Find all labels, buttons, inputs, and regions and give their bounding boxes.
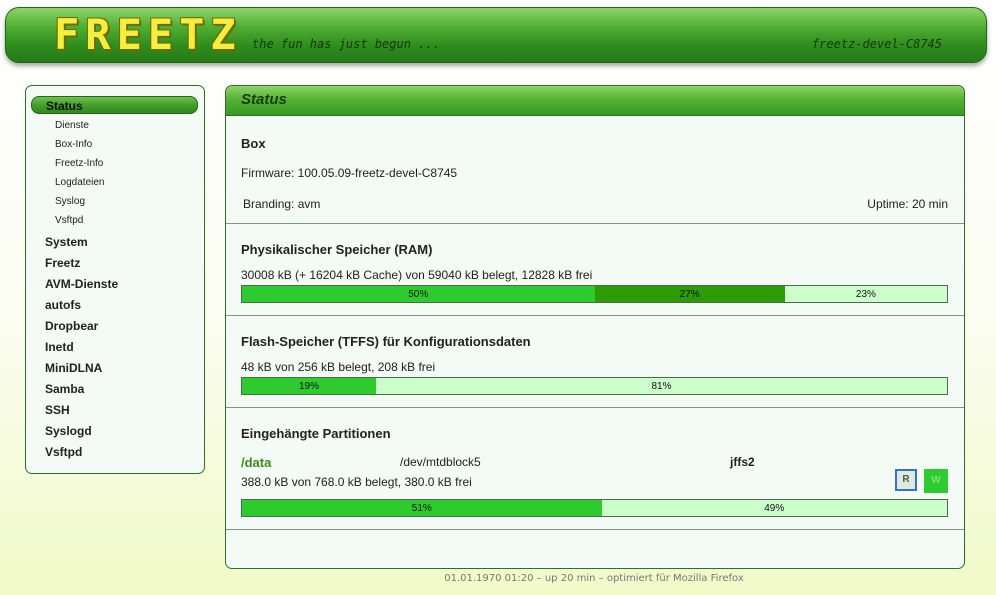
sidebar-item-samba[interactable]: Samba [45, 382, 84, 396]
partition-used-segment: 51% [242, 500, 602, 516]
tagline: the fun has just begun ... [252, 37, 440, 51]
sidebar-item-freetz[interactable]: Freetz [45, 256, 80, 270]
flash-free-segment: 81% [375, 378, 947, 394]
freetz-logo[interactable]: FREETZ [54, 12, 242, 58]
partition-free-segment: 49% [601, 500, 947, 516]
device-path: /dev/mtdblock5 [400, 455, 481, 469]
branding-text: Branding: avm [243, 197, 321, 211]
sidebar-item-dropbear[interactable]: Dropbear [45, 319, 98, 333]
section-divider [226, 407, 964, 408]
partition-usage-bar: 51% 49% [241, 499, 948, 517]
sidebar-subitem-freetz-info[interactable]: Freetz-Info [55, 158, 103, 169]
sidebar-subitem-dienste[interactable]: Dienste [55, 120, 89, 131]
uptime-text: Uptime: 20 min [867, 197, 948, 211]
sidebar-item-avm-dienste[interactable]: AVM-Dienste [45, 277, 118, 291]
ram-usage-bar: 50% 27% 23% [241, 285, 948, 303]
filesystem-type: jffs2 [730, 455, 755, 469]
ram-summary: 30008 kB (+ 16204 kB Cache) von 59040 kB… [241, 268, 593, 282]
sidebar-subitem-vsftpd[interactable]: Vsftpd [55, 215, 83, 226]
flash-used-segment: 19% [242, 378, 376, 394]
footer-status: 01.01.1970 01:20 – up 20 min – optimiert… [444, 573, 744, 584]
mount-point-link[interactable]: /data [241, 455, 271, 470]
panel-header: Status [226, 86, 964, 116]
ram-free-segment: 23% [784, 286, 947, 302]
flash-heading: Flash-Speicher (TFFS) für Konfigurations… [241, 334, 531, 349]
flash-usage-bar: 19% 81% [241, 377, 948, 395]
sidebar-item-system[interactable]: System [45, 235, 88, 249]
sidebar-subitem-logdateien[interactable]: Logdateien [55, 177, 105, 188]
sidebar-subitem-syslog[interactable]: Syslog [55, 196, 85, 207]
sidebar-item-syslogd[interactable]: Syslogd [45, 424, 92, 438]
ram-heading: Physikalischer Speicher (RAM) [241, 242, 433, 257]
section-divider [226, 223, 964, 224]
sidebar-nav: Status Dienste Box-Info Freetz-Info Logd… [25, 85, 205, 474]
sidebar-item-status[interactable]: Status [31, 96, 198, 114]
sidebar-item-ssh[interactable]: SSH [45, 403, 70, 417]
write-access-button[interactable]: W [924, 469, 948, 493]
sidebar-item-inetd[interactable]: Inetd [45, 340, 74, 354]
partitions-heading: Eingehängte Partitionen [241, 426, 391, 441]
status-panel: Status Box Firmware: 100.05.09-freetz-de… [225, 85, 965, 569]
read-access-button[interactable]: R [895, 469, 917, 491]
ram-cache-segment: 27% [594, 286, 785, 302]
header-banner: FREETZ the fun has just begun ... freetz… [5, 7, 987, 63]
section-divider [226, 529, 964, 530]
ram-used-segment: 50% [242, 286, 595, 302]
version-label: freetz-devel-C8745 [811, 37, 942, 51]
page-title: Status [241, 91, 287, 108]
sidebar-item-minidlna[interactable]: MiniDLNA [45, 361, 102, 375]
flash-summary: 48 kB von 256 kB belegt, 208 kB frei [241, 360, 436, 374]
firmware-text: Firmware: 100.05.09-freetz-devel-C8745 [241, 166, 458, 180]
sidebar-item-autofs[interactable]: autofs [45, 298, 81, 312]
section-divider [226, 315, 964, 316]
box-heading: Box [241, 136, 266, 151]
sidebar-item-vsftpd[interactable]: Vsftpd [45, 445, 82, 459]
partition-summary: 388.0 kB von 768.0 kB belegt, 380.0 kB f… [241, 475, 472, 489]
sidebar-subitem-box-info[interactable]: Box-Info [55, 139, 92, 150]
